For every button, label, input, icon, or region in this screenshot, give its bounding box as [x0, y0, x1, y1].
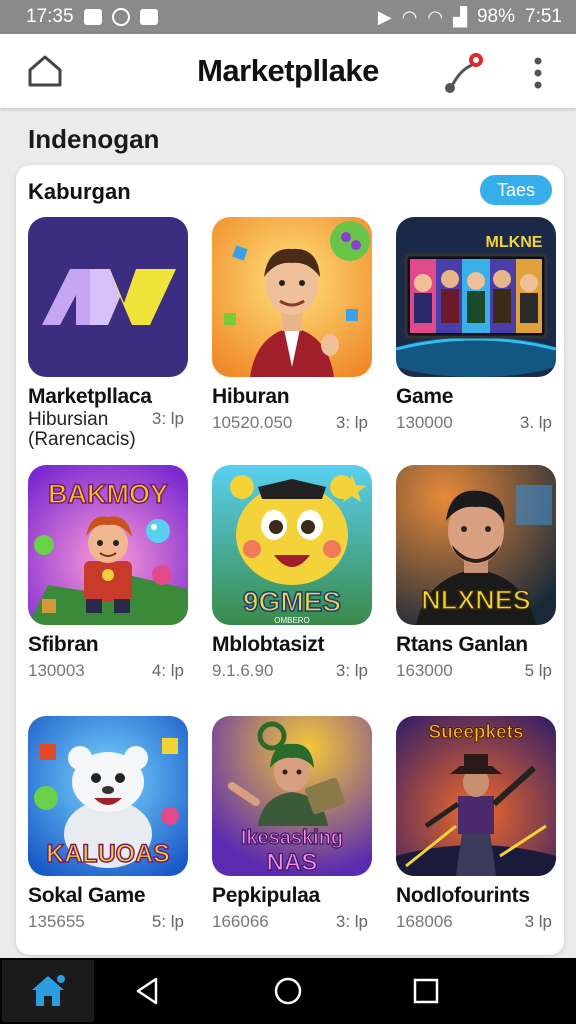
app-thumbnail[interactable]: BAKMOY: [28, 465, 188, 625]
app-name: Nodlofourints: [396, 884, 530, 907]
app-rating: 3. lp: [519, 413, 552, 432]
section-title: Indenogan: [28, 124, 160, 154]
download-count: 130000: [396, 413, 453, 432]
recents-icon[interactable]: [410, 975, 442, 1007]
status-bar: 17:35 ▶ ◠ ◠ ▟ 98% 7:51: [0, 0, 576, 34]
home-icon[interactable]: [26, 54, 64, 88]
app-name: Marketpllaca: [28, 385, 152, 408]
battery-level: 98%: [476, 6, 516, 27]
card-title: Kaburgan: [28, 179, 131, 204]
app-thumbnail[interactable]: NLXNES: [396, 465, 556, 625]
category-badge[interactable]: Taes: [480, 175, 552, 205]
app-name: Sfibran: [28, 633, 99, 656]
download-count: 166066: [212, 912, 269, 931]
app-rating: 3: lp: [335, 413, 368, 432]
notification-icon: [83, 9, 102, 25]
download-count: 9.1.6.90: [212, 661, 274, 680]
thumbnail-subtitle: NAS: [267, 849, 318, 876]
thumbnail-title: 9GMES: [243, 586, 341, 617]
app-rating: 4: lp: [151, 661, 184, 680]
app-name: Sokal Game: [28, 884, 146, 907]
app-name: Mblobtasizt: [212, 633, 325, 656]
app-thumbnail[interactable]: Sueepkets: [396, 716, 556, 876]
back-icon[interactable]: [132, 975, 164, 1007]
app-thumbnail[interactable]: KALUOAS: [28, 716, 188, 876]
page-title: Marketpllake: [197, 53, 379, 88]
sync-icon: [111, 8, 130, 26]
play-icon: ▶: [377, 7, 392, 27]
app-tile-sokal-game[interactable]: KALUOAS Sokal Game 135655 5: lp: [28, 716, 188, 932]
more-options-icon[interactable]: [528, 56, 548, 90]
app-name: Game: [396, 385, 454, 408]
thumbnail-subtitle: OMBERO: [274, 616, 310, 625]
signal-icon: ▟: [453, 7, 467, 27]
tv-label: MLKNE: [486, 234, 543, 251]
app-thumbnail[interactable]: [212, 217, 372, 377]
app-tile-rtans-ganlan[interactable]: NLXNES Rtans Ganlan 163000 5 lp: [396, 465, 556, 681]
download-count: 130003: [28, 661, 85, 680]
download-count: 135655: [28, 912, 85, 931]
home-icon: [32, 975, 65, 1006]
nav-home-button[interactable]: [2, 960, 94, 1022]
app-tile-hiburan[interactable]: Hiburan 10520.050 3: lp: [212, 217, 372, 433]
share-icon[interactable]: [438, 48, 488, 98]
wifi-icon: ◠: [401, 7, 418, 27]
app-rating: 3 lp: [524, 912, 552, 931]
thumbnail-title: KALUOAS: [46, 840, 170, 868]
app-tile-nodlofourints[interactable]: Sueepkets Nodlofourints 168006 3 lp: [396, 716, 556, 932]
thumbnail-title: Sueepkets: [428, 722, 523, 743]
app-category-card: Kaburgan Taes Marketpllaca Hibursian 3: …: [16, 165, 564, 955]
download-count: 10520.050: [212, 413, 293, 432]
navigation-bar: [0, 958, 576, 1024]
home-circle-icon[interactable]: [272, 975, 304, 1007]
app-rating: 3: lp: [335, 912, 368, 931]
thumbnail-title: NLXNES: [421, 585, 531, 615]
app-thumbnail[interactable]: [28, 217, 188, 377]
app-name: Pepkipulaa: [212, 884, 320, 907]
app-thumbnail[interactable]: MLKNE: [396, 217, 556, 377]
thumbnail-title: Ikesasking: [241, 827, 343, 849]
app-tile-marketpllaca[interactable]: Marketpllaca Hibursian 3: lp (Rarencacis…: [28, 217, 188, 451]
download-count: 163000: [396, 661, 453, 680]
app-rating: 5: lp: [151, 912, 184, 931]
app-rating: 3: lp: [335, 661, 368, 680]
app-tile-game[interactable]: MLKNE Game 130000 3. lp: [396, 217, 556, 433]
download-count: 168006: [396, 912, 453, 931]
thumbnail-title: BAKMOY: [48, 479, 168, 509]
app-rating: 5 lp: [524, 661, 552, 680]
app-tile-mblobtasizt[interactable]: 9GMES OMBERO Mblobtasizt 9.1.6.90 3: lp: [212, 465, 372, 681]
status-time-right: 7:51: [525, 6, 562, 27]
app-rating: 3: lp: [151, 409, 184, 428]
app-tile-pepkipulaa[interactable]: Ikesasking NAS Pepkipulaa 166066 3: lp: [212, 716, 372, 932]
app-tile-sfibran[interactable]: BAKMOY Sfibran 130003 4: lp: [28, 465, 188, 681]
app-notification-icon: [139, 9, 158, 25]
app-subtitle-2: (Rarencacis): [28, 429, 136, 450]
app-thumbnail[interactable]: 9GMES OMBERO: [212, 465, 372, 625]
app-bar: Marketpllake: [0, 34, 576, 108]
app-name: Rtans Ganlan: [396, 633, 528, 656]
app-thumbnail[interactable]: Ikesasking NAS: [212, 716, 372, 876]
app-name: Hiburan: [212, 385, 290, 408]
status-time: 17:35: [26, 6, 74, 27]
wifi-alt-icon: ◠: [427, 7, 444, 27]
